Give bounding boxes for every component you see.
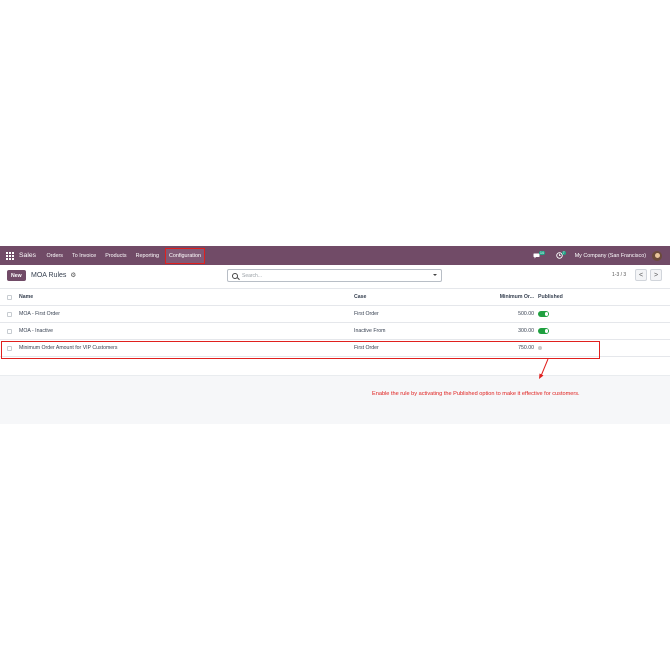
annotation-text: Enable the rule by activating the Publis… (372, 391, 580, 397)
new-button[interactable]: New (7, 270, 26, 281)
row-name[interactable]: MOA - Inactive (19, 323, 53, 339)
column-header-case[interactable]: Case (354, 289, 366, 305)
table-row[interactable]: MOA - First Order First Order 500.00 (0, 306, 670, 323)
search-input[interactable] (242, 272, 422, 279)
row-checkbox[interactable] (7, 328, 12, 334)
app-brand[interactable]: Sales (19, 252, 36, 259)
top-navbar: Sales Orders To Invoice Products Reporti… (0, 246, 670, 265)
row-minimum-order[interactable]: 300.00 (480, 323, 534, 339)
menu-to-invoice[interactable]: To Invoice (71, 249, 98, 263)
column-header-minimum-order[interactable]: Minimum Or... (480, 289, 534, 305)
menu-configuration[interactable]: Configuration (165, 247, 205, 264)
page-title: MOA Rules (31, 271, 67, 279)
apps-grid-icon[interactable] (6, 252, 14, 260)
menu-products[interactable]: Products (104, 249, 128, 263)
published-toggle[interactable] (538, 311, 549, 317)
activities-badge: 7 (561, 250, 566, 255)
row-checkbox[interactable] (7, 311, 12, 317)
row-published-cell (538, 323, 549, 339)
pager-next-button[interactable]: > (650, 269, 662, 281)
row-name[interactable]: MOA - First Order (19, 306, 60, 322)
pager-value[interactable]: 1-3 / 3 (612, 272, 626, 278)
breadcrumb: MOA Rules ⚙ (31, 271, 76, 280)
column-header-name[interactable]: Name (19, 289, 33, 305)
highlight-box (1, 341, 600, 359)
row-published-cell (538, 306, 549, 322)
column-header-published[interactable]: Published (538, 289, 563, 305)
row-minimum-order[interactable]: 500.00 (480, 306, 534, 322)
published-toggle[interactable] (538, 328, 549, 334)
table-header: Name Case Minimum Or... Published (0, 289, 670, 306)
activities-button[interactable]: 7 (556, 250, 567, 259)
annotation-arrow-icon (539, 358, 549, 379)
search-dropdown-toggle-icon[interactable] (433, 273, 437, 276)
messages-badge: 14 (539, 250, 545, 255)
select-all-checkbox[interactable] (7, 294, 12, 300)
menu-reporting[interactable]: Reporting (134, 249, 160, 263)
company-switcher[interactable]: My Company (San Francisco) (575, 253, 646, 259)
search-icon (232, 272, 238, 279)
control-panel: New MOA Rules ⚙ 1-3 / 3 < > (0, 265, 670, 289)
messages-button[interactable]: 14 (533, 250, 546, 259)
search-bar[interactable] (227, 269, 442, 282)
gear-icon[interactable]: ⚙ (70, 271, 76, 279)
row-case[interactable]: Inactive From (354, 323, 385, 339)
pager-previous-button[interactable]: < (635, 269, 647, 281)
menu-orders[interactable]: Orders (45, 249, 64, 263)
user-avatar[interactable] (652, 250, 662, 261)
list-footer-area (0, 375, 670, 424)
table-row[interactable]: MOA - Inactive Inactive From 300.00 (0, 323, 670, 340)
row-case[interactable]: First Order (354, 306, 379, 322)
